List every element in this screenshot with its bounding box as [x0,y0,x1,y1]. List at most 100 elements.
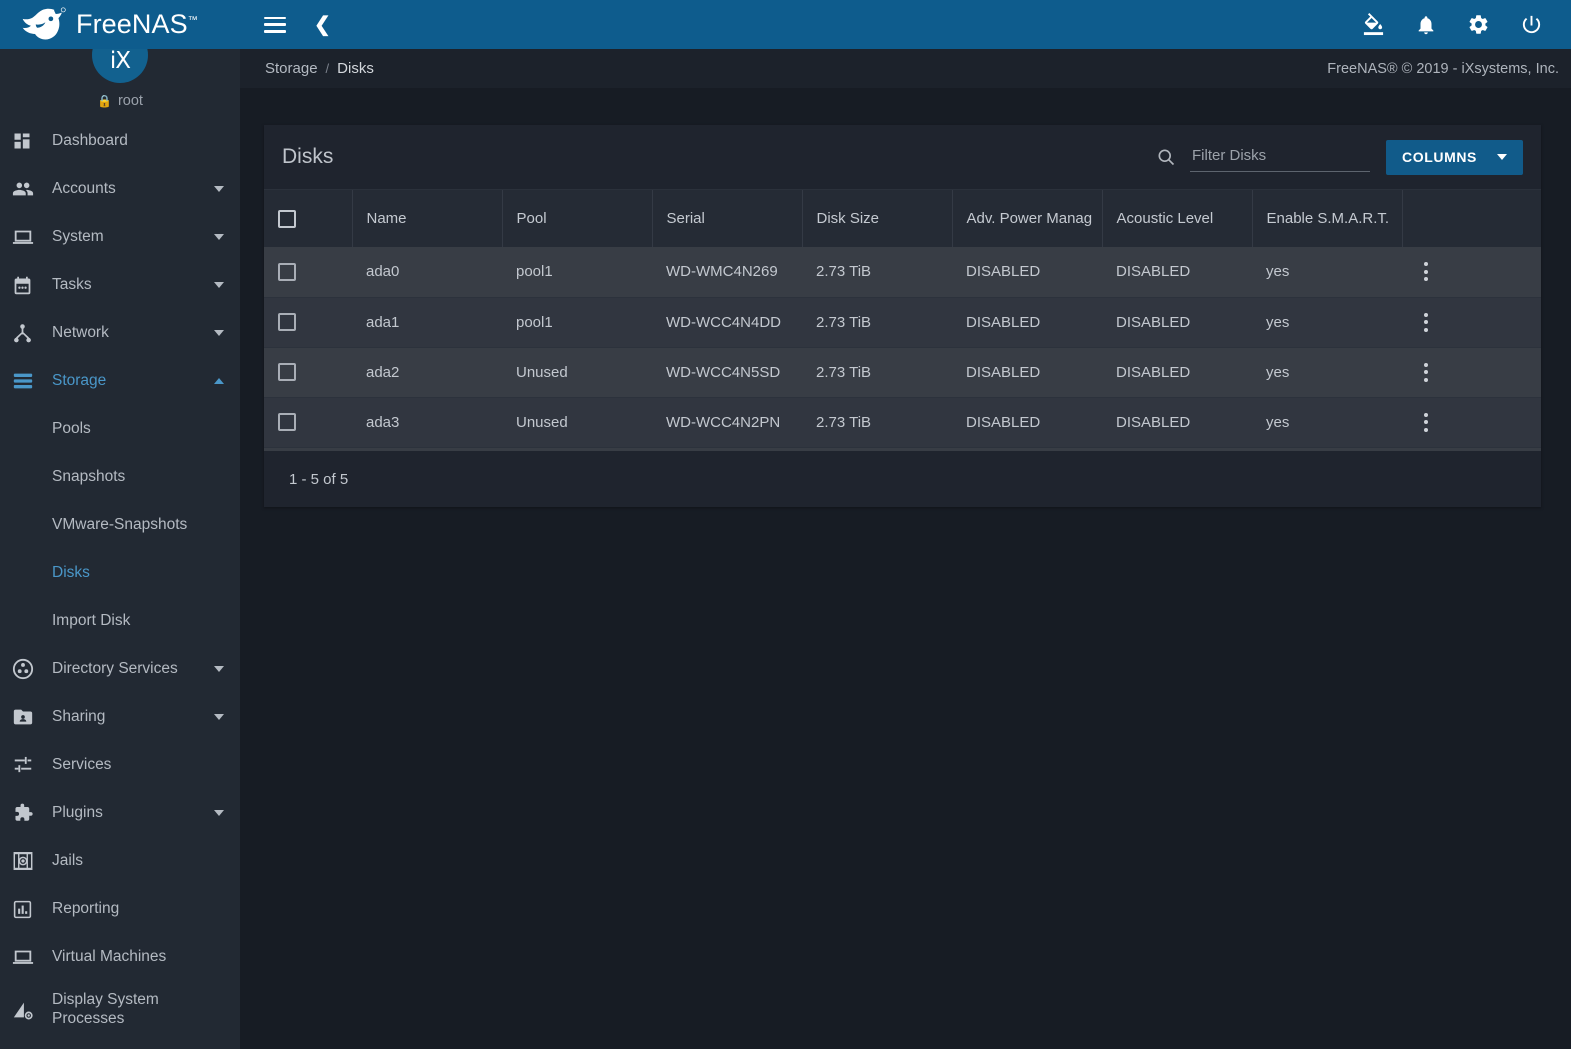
breadcrumb-current[interactable]: Disks [337,60,374,77]
cell-apm: DISABLED [952,347,1102,398]
sidebar-subitem-label: VMware-Snapshots [52,516,188,533]
sidebar-item-dashboard[interactable]: Dashboard [0,117,240,165]
sidebar-item-jails[interactable]: Jails [0,837,240,885]
trademark-symbol: ™ [187,15,198,26]
sidebar-item-label: Accounts [52,180,116,198]
top-bar-left-controls: ❮ [240,0,335,49]
column-header-name[interactable]: Name [352,190,503,247]
cell-apm: DISABLED [952,447,1102,451]
page-title: Disks [282,145,334,168]
cell-name: ada2 [352,347,502,398]
cell-name: ada1 [352,297,502,348]
sidebar-item-virtual-machines[interactable]: Virtual Machines [0,933,240,981]
row-menu-icon[interactable] [1416,262,1436,282]
column-header-acoustic-level[interactable]: Acoustic Level [1102,190,1253,247]
cell-actions [1402,447,1541,451]
chevron-down-icon[interactable] [214,234,224,240]
sidebar-scroll[interactable]: iX 🔒 root Dashboard Accounts System Task… [0,49,240,1049]
chevron-down-icon[interactable] [214,810,224,816]
chevron-left-icon[interactable]: ❮ [310,11,335,39]
column-header-disk-size[interactable]: Disk Size [802,190,953,247]
sidebar-item-display-system-processes[interactable]: Display System Processes [0,981,240,1039]
cell-smart: yes [1252,297,1402,348]
chevron-down-icon[interactable] [214,186,224,192]
sidebar-item-directory-services[interactable]: Directory Services [0,645,240,693]
chevron-down-icon[interactable] [214,282,224,288]
cell-serial: E011734600000 [652,447,802,451]
table-container: Name Pool Serial Disk Size Adv. Power Ma… [264,189,1541,451]
cell-pool: Unused [502,397,652,448]
sidebar-subitem-label: Disks [52,564,90,581]
chevron-down-icon [1497,154,1507,160]
columns-button[interactable]: COLUMNS [1386,139,1523,175]
sidebar-item-label: Dashboard [52,132,128,150]
sidebar-item-import-disk[interactable]: Import Disk [0,597,240,645]
sidebar-item-accounts[interactable]: Accounts [0,165,240,213]
row-checkbox[interactable] [278,262,296,281]
table-row[interactable]: ada1 pool1 WD-WCC4N4DD 2.73 TiB DISABLED… [264,297,1541,348]
notifications-icon[interactable] [1411,10,1441,40]
sidebar-item-label: Reporting [52,900,120,918]
menu-icon[interactable] [260,13,290,37]
select-all-checkbox[interactable] [278,209,296,228]
freenas-logo-icon [22,6,66,39]
brand[interactable]: FreeNAS™ [0,0,240,49]
top-bar-actions [1358,0,1571,49]
chevron-up-icon[interactable] [214,378,224,384]
row-menu-icon[interactable] [1416,412,1436,432]
sidebar-item-system[interactable]: System [0,213,240,261]
chevron-down-icon[interactable] [214,666,224,672]
sidebar-item-vmware-snapshots[interactable]: VMware-Snapshots [0,501,240,549]
sidebar-item-network[interactable]: Network [0,309,240,357]
search-input[interactable] [1190,142,1371,172]
sidebar-item-label: Storage [52,372,107,390]
avatar[interactable]: iX [92,49,148,83]
display-system-processes-icon [12,999,48,1021]
select-all-cell [264,190,353,247]
table-row[interactable]: ada2 Unused WD-WCC4N5SD 2.73 TiB DISABLE… [264,347,1541,398]
cell-apm: DISABLED [952,297,1102,348]
sidebar-item-storage[interactable]: Storage [0,357,240,405]
sidebar-item-label: System [52,228,104,246]
cell-name: ada0 [352,247,502,298]
cell-serial: WD-WMC4N269 [652,247,802,298]
table-row[interactable]: ada4 Boot Pool E011734600000 29.82 GiB D… [264,447,1541,451]
row-checkbox[interactable] [278,363,296,381]
theme-icon[interactable] [1358,9,1389,40]
plugins-icon [12,802,48,824]
row-menu-icon[interactable] [1416,312,1436,332]
row-checkbox[interactable] [278,313,296,331]
chevron-down-icon[interactable] [214,330,224,336]
column-header-adv-power-management[interactable]: Adv. Power Manag [952,190,1103,247]
row-menu-icon[interactable] [1416,362,1436,382]
table-scroll[interactable]: Name Pool Serial Disk Size Adv. Power Ma… [264,189,1541,451]
sidebar-item-snapshots[interactable]: Snapshots [0,453,240,501]
cell-apm: DISABLED [952,247,1102,298]
sidebar-item-label: Virtual Machines [52,948,167,966]
column-header-pool[interactable]: Pool [502,190,653,247]
sidebar-item-disks[interactable]: Disks [0,549,240,597]
sidebar-item-pools[interactable]: Pools [0,405,240,453]
column-header-actions [1402,190,1541,247]
sidebar-item-services[interactable]: Services [0,741,240,789]
breadcrumb: Storage / Disks FreeNAS® © 2019 - iXsyst… [240,49,1571,88]
sidebar-item-tasks[interactable]: Tasks [0,261,240,309]
sidebar-subitem-label: Snapshots [52,468,126,485]
app-shell: iX 🔒 root Dashboard Accounts System Task… [0,49,1571,1049]
sidebar-item-plugins[interactable]: Plugins [0,789,240,837]
brand-name: FreeNAS™ [76,9,198,39]
card-tools: COLUMNS [1156,139,1523,175]
settings-icon[interactable] [1463,9,1494,40]
column-header-enable-smart[interactable]: Enable S.M.A.R.T. [1252,190,1403,247]
chevron-down-icon[interactable] [214,714,224,720]
table-row[interactable]: ada0 pool1 WD-WMC4N269 2.73 TiB DISABLED… [264,247,1541,298]
breadcrumb-parent[interactable]: Storage [265,60,318,77]
table-row[interactable]: ada3 Unused WD-WCC4N2PN 2.73 TiB DISABLE… [264,397,1541,448]
cell-name: ada3 [352,397,502,448]
power-icon[interactable] [1516,9,1547,40]
row-checkbox[interactable] [278,413,296,431]
sidebar-item-sharing[interactable]: Sharing [0,693,240,741]
copyright-text: FreeNAS® © 2019 - iXsystems, Inc. [1327,60,1559,77]
sidebar-item-reporting[interactable]: Reporting [0,885,240,933]
column-header-serial[interactable]: Serial [652,190,803,247]
